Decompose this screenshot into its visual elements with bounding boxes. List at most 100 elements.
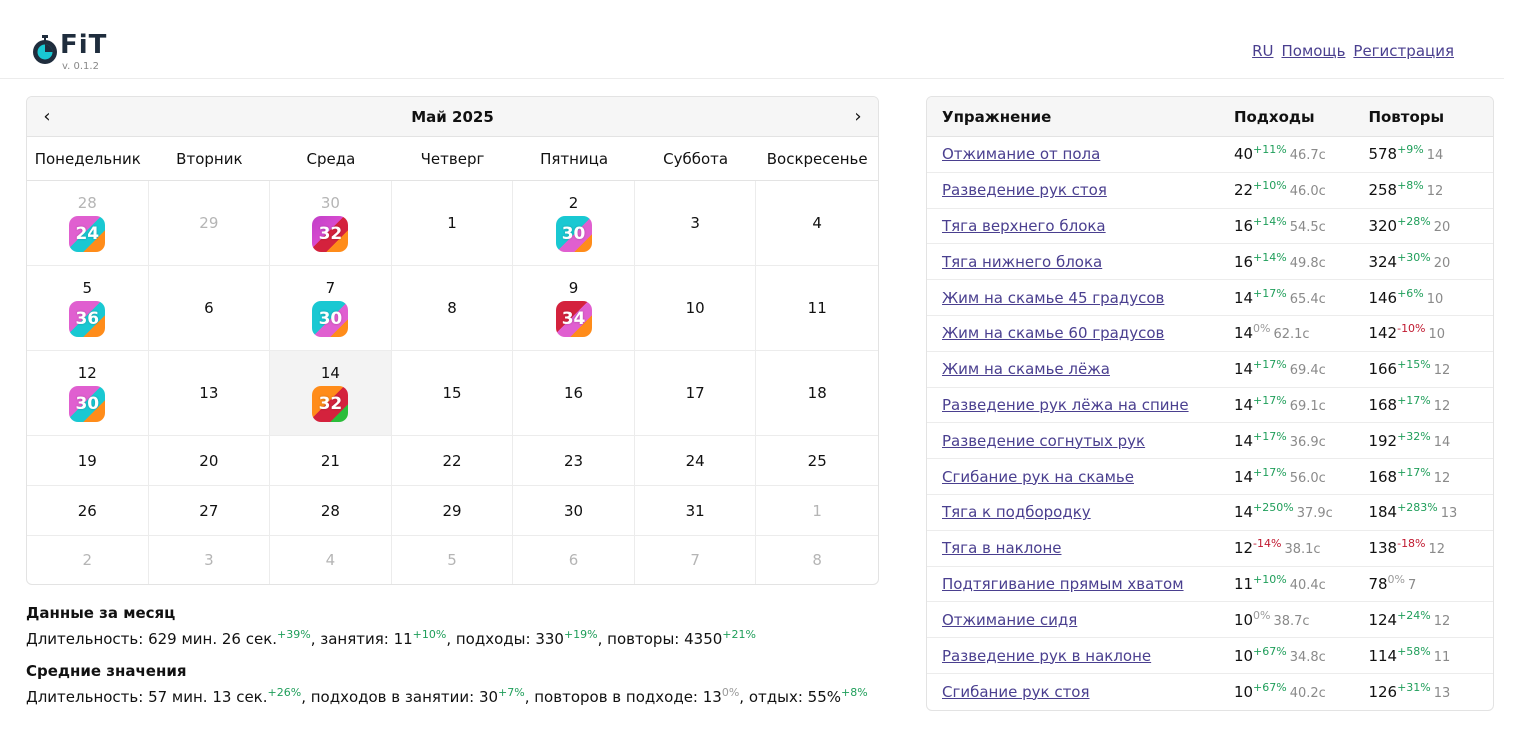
exercise-link[interactable]: Подтягивание прямым хватом <box>942 575 1184 593</box>
workout-badge[interactable]: 30 <box>312 301 349 337</box>
calendar-day-cell[interactable]: 23 <box>513 436 635 486</box>
calendar-day-cell[interactable]: 30 <box>513 486 635 536</box>
calendar-day-cell[interactable]: 4 <box>270 536 392 584</box>
register-link[interactable]: Регистрация <box>1353 42 1454 60</box>
day-number: 30 <box>320 194 340 212</box>
table-row: Тяга в наклоне 12-14% 38.1с 138-18% 12 <box>927 531 1493 567</box>
calendar-day-cell[interactable]: 6 <box>513 536 635 584</box>
calendar-day-cell[interactable]: 31 <box>634 486 757 536</box>
calendar-day-cell[interactable]: 2 <box>27 536 149 584</box>
reps-change-percent: -18% <box>1397 537 1426 551</box>
day-number: 4 <box>812 214 822 232</box>
exercise-link[interactable]: Тяга верхнего блока <box>942 217 1106 235</box>
calendar-day-cell[interactable]: 8 <box>391 266 514 351</box>
calendar-day-cell[interactable]: 5 <box>392 536 514 584</box>
app-logo[interactable]: FiT v. 0.1.2 <box>32 30 122 74</box>
sets-value: 10 <box>1233 682 1254 701</box>
table-row: Отжимание от пола 40+11% 46.7с 578+9% 14 <box>927 137 1493 173</box>
calendar-day-cell[interactable]: 28 <box>270 486 392 536</box>
sets-value: 10 <box>1233 610 1254 629</box>
calendar-day-cell[interactable]: 18 <box>756 351 878 436</box>
workout-badge[interactable]: 36 <box>69 301 106 337</box>
exercise-link[interactable]: Сгибание рук стоя <box>942 683 1090 701</box>
sets-value: 22 <box>1233 181 1254 200</box>
workout-badge[interactable]: 32 <box>312 216 349 252</box>
calendar-day-cell[interactable]: 22 <box>391 436 514 486</box>
calendar-day-cell[interactable]: 8 <box>756 536 878 584</box>
sets-avg-duration: 36.9с <box>1289 434 1326 450</box>
help-link[interactable]: Помощь <box>1281 42 1345 60</box>
exercise-link[interactable]: Тяга в наклоне <box>942 539 1062 557</box>
calendar-day-cell[interactable]: 27 <box>148 486 271 536</box>
workout-badge[interactable]: 34 <box>555 301 592 337</box>
calendar-day-cell[interactable]: 30 32 <box>270 181 392 266</box>
calendar-day-cell[interactable]: 7 <box>635 536 757 584</box>
calendar-day-cell[interactable]: 15 <box>391 351 514 436</box>
calendar-day-cell[interactable]: 4 <box>756 181 878 266</box>
exercise-name-cell: Разведение рук в наклоне <box>927 647 1234 665</box>
exercise-link[interactable]: Жим на скамье 60 градусов <box>942 324 1164 342</box>
calendar-day-cell[interactable]: 20 <box>148 436 271 486</box>
reps-cell: 126+31% 13 <box>1368 682 1493 701</box>
reps-cell: 114+58% 11 <box>1368 646 1493 665</box>
workout-badge[interactable]: 24 <box>69 216 106 252</box>
calendar-day-cell[interactable]: 9 34 <box>513 266 635 351</box>
sets-value: 11 <box>1233 574 1254 593</box>
exercise-link[interactable]: Жим на скамье лёжа <box>942 360 1110 378</box>
exercise-name-cell: Подтягивание прямым хватом <box>927 575 1234 593</box>
calendar-day-cell[interactable]: 1 <box>391 181 514 266</box>
exercise-link[interactable]: Отжимание от пола <box>942 145 1100 163</box>
exercise-link[interactable]: Разведение согнутых рук <box>942 432 1145 450</box>
exercise-link[interactable]: Разведение рук лёжа на спине <box>942 396 1189 414</box>
workout-badge[interactable]: 30 <box>555 216 592 252</box>
day-number: 20 <box>199 451 219 470</box>
calendar-day-cell[interactable]: 16 <box>513 351 635 436</box>
reps-value: 142 <box>1368 324 1398 343</box>
workout-badge[interactable]: 30 <box>69 386 106 422</box>
language-link[interactable]: RU <box>1252 42 1273 60</box>
calendar-day-cell[interactable]: 6 <box>148 266 271 351</box>
calendar-day-cell[interactable]: 2 30 <box>513 181 635 266</box>
reps-value: 166 <box>1368 360 1398 379</box>
day-number: 28 <box>320 501 340 520</box>
exercise-link[interactable]: Отжимание сидя <box>942 611 1077 629</box>
day-number: 31 <box>685 501 705 520</box>
sets-avg-duration: 46.7с <box>1289 148 1326 164</box>
sets-cell: 14+250% 37.9с <box>1234 502 1369 521</box>
calendar-day-cell[interactable]: 3 <box>634 181 757 266</box>
sets-value: 12 <box>1233 539 1254 558</box>
day-number: 11 <box>807 299 827 317</box>
calendar-day-cell[interactable]: 21 <box>270 436 392 486</box>
sets-value: 16 <box>1233 216 1254 235</box>
calendar-day-cell[interactable]: 10 <box>634 266 757 351</box>
exercise-link[interactable]: Жим на скамье 45 градусов <box>942 289 1164 307</box>
exercise-link[interactable]: Тяга к подбородку <box>942 503 1091 521</box>
chevron-right-icon[interactable]: › <box>846 105 870 129</box>
calendar-day-cell[interactable]: 19 <box>27 436 149 486</box>
day-number: 6 <box>204 299 214 317</box>
calendar-day-cell[interactable]: 7 30 <box>270 266 392 351</box>
calendar-day-cell[interactable]: 24 <box>634 436 757 486</box>
exercise-link[interactable]: Разведение рук стоя <box>942 181 1107 199</box>
calendar-day-cell[interactable]: 5 36 <box>27 266 149 351</box>
exercise-table: Упражнение Подходы Повторы Отжимание от … <box>926 96 1494 711</box>
calendar-day-cell[interactable]: 26 <box>27 486 149 536</box>
calendar-day-cell[interactable]: 13 <box>148 351 271 436</box>
calendar-day-cell[interactable]: 1 <box>756 486 878 536</box>
day-number: 29 <box>442 501 462 520</box>
calendar-day-cell[interactable]: 25 <box>756 436 878 486</box>
calendar-day-cell[interactable]: 17 <box>634 351 757 436</box>
sets-change-percent: +10% <box>1253 572 1287 586</box>
calendar-day-cell[interactable]: 29 <box>391 486 514 536</box>
calendar-day-cell[interactable]: 12 30 <box>27 351 149 436</box>
calendar-day-cell[interactable]: 11 <box>756 266 878 351</box>
exercise-link[interactable]: Разведение рук в наклоне <box>942 647 1151 665</box>
calendar-day-cell[interactable]: 28 24 <box>27 181 149 266</box>
calendar-day-cell[interactable]: 3 <box>149 536 271 584</box>
day-number: 24 <box>685 451 705 470</box>
calendar-day-cell[interactable]: 29 <box>148 181 271 266</box>
workout-badge[interactable]: 32 <box>312 386 349 422</box>
calendar-day-cell[interactable]: 14 32 <box>270 351 392 436</box>
exercise-link[interactable]: Сгибание рук на скамье <box>942 468 1134 486</box>
exercise-link[interactable]: Тяга нижнего блока <box>942 253 1102 271</box>
